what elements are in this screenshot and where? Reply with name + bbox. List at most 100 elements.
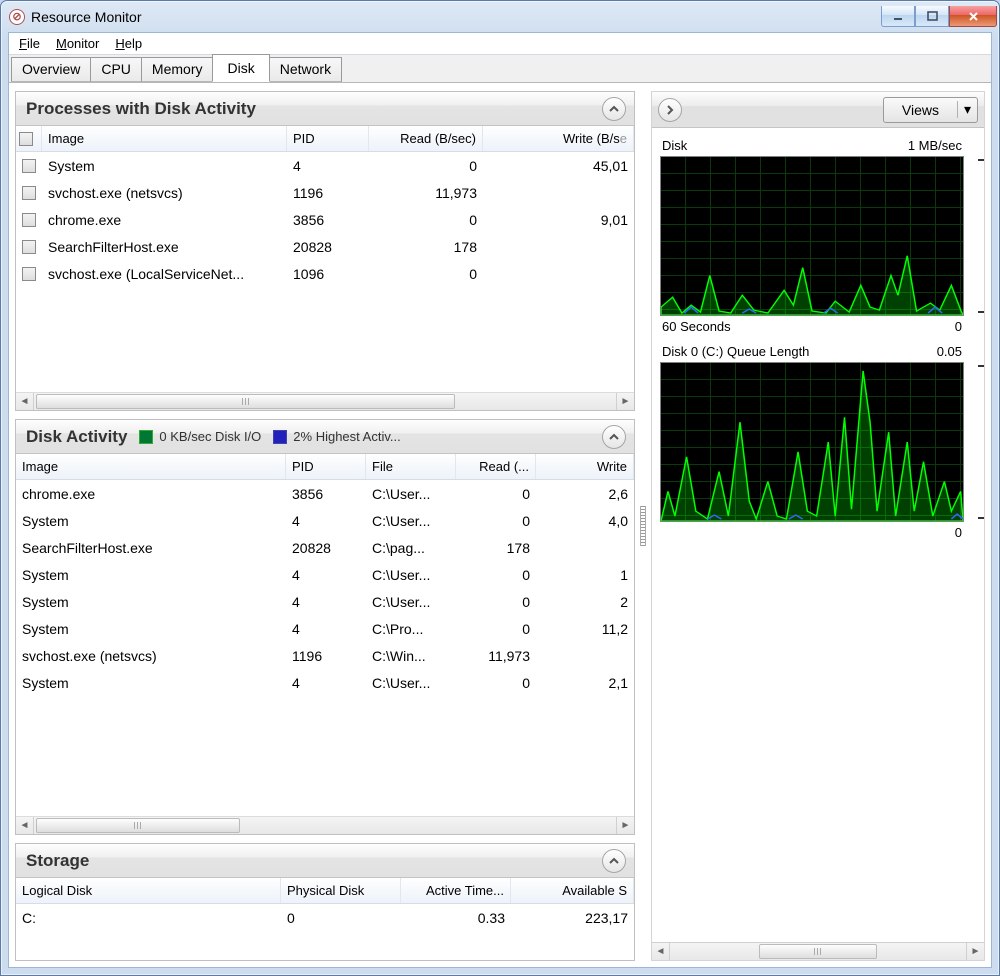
tab-memory[interactable]: Memory [141, 57, 214, 82]
scroll-track[interactable] [34, 393, 616, 410]
tab-cpu[interactable]: CPU [90, 57, 142, 82]
scroll-right-icon[interactable]: ► [616, 817, 634, 834]
cell-file: C:\User... [366, 594, 456, 610]
scrollbar-horizontal[interactable]: ◄ ► [16, 816, 634, 834]
collapse-button[interactable] [602, 849, 626, 873]
legend-blue-icon [273, 430, 287, 444]
scroll-thumb[interactable] [36, 818, 240, 833]
table-row[interactable]: chrome.exe3856C:\User...02,6 [16, 480, 634, 507]
legend-green-icon [139, 430, 153, 444]
table-row[interactable]: System4C:\Pro...011,2 [16, 615, 634, 642]
checkbox[interactable] [22, 213, 36, 227]
cell-image: System [16, 621, 286, 637]
panel-disk-activity-header[interactable]: Disk Activity 0 KB/sec Disk I/O 2% Highe… [16, 420, 634, 454]
checkbox[interactable] [22, 159, 36, 173]
checkbox[interactable] [22, 240, 36, 254]
menu-monitor[interactable]: Monitor [48, 34, 107, 53]
col-read[interactable]: Read (B/sec) [369, 126, 483, 151]
chart-disk-xend: 0 [955, 319, 962, 334]
scroll-thumb[interactable] [759, 944, 877, 959]
cell-read: 0 [456, 621, 536, 637]
checkbox[interactable] [22, 267, 36, 281]
maximize-button[interactable] [915, 6, 949, 27]
chart-queue-title: Disk 0 (C:) Queue Length [662, 344, 809, 359]
cell-image: svchost.exe (LocalServiceNet... [42, 266, 287, 282]
scroll-right-icon[interactable]: ► [966, 943, 984, 960]
cell-pid: 4 [286, 675, 366, 691]
table-row[interactable]: System4045,01 [16, 152, 634, 179]
panel-disk-activity: Disk Activity 0 KB/sec Disk I/O 2% Highe… [15, 419, 635, 835]
cell-write: 2 [536, 594, 634, 610]
col-logical-disk[interactable]: Logical Disk [16, 878, 281, 903]
views-button[interactable]: Views ▾ [883, 97, 978, 123]
cell-pid: 4 [287, 158, 369, 174]
scroll-left-icon[interactable]: ◄ [652, 943, 670, 960]
scroll-track[interactable] [34, 817, 616, 834]
close-button[interactable] [949, 6, 997, 27]
table-row[interactable]: chrome.exe385609,01 [16, 206, 634, 233]
processes-column-header[interactable]: Image PID Read (B/sec) Write (B/se [16, 126, 634, 152]
col-image[interactable]: Image [16, 454, 286, 479]
scroll-left-icon[interactable]: ◄ [16, 393, 34, 410]
table-row[interactable]: SearchFilterHost.exe20828178 [16, 233, 634, 260]
client-area: File Monitor Help Overview CPU Memory Di… [8, 32, 992, 968]
tab-disk[interactable]: Disk [212, 54, 269, 82]
col-active-time[interactable]: Active Time... [401, 878, 511, 903]
disk-activity-column-header[interactable]: Image PID File Read (... Write [16, 454, 634, 480]
table-row[interactable]: C:00.33223,17 [16, 904, 634, 931]
table-row[interactable]: svchost.exe (netsvcs)119611,973 [16, 179, 634, 206]
col-physical-disk[interactable]: Physical Disk [281, 878, 401, 903]
io-label: 0 KB/sec Disk I/O [159, 429, 261, 444]
checkbox[interactable] [22, 186, 36, 200]
splitter-vertical[interactable] [635, 91, 651, 961]
scrollbar-horizontal[interactable]: ◄ ► [652, 942, 984, 960]
col-available[interactable]: Available S [511, 878, 634, 903]
expand-button[interactable] [658, 98, 682, 122]
minimize-button[interactable] [881, 6, 915, 27]
cell-pid: 4 [286, 567, 366, 583]
table-row[interactable]: svchost.exe (netsvcs)1196C:\Win...11,973 [16, 642, 634, 669]
dropdown-icon[interactable]: ▾ [957, 101, 977, 118]
chart-disk-title: Disk [662, 138, 687, 153]
cell-image: System [16, 594, 286, 610]
menu-file[interactable]: File [11, 34, 48, 53]
col-file[interactable]: File [366, 454, 456, 479]
cell-active-time: 0.33 [401, 910, 511, 926]
col-write[interactable]: Write [536, 454, 634, 479]
titlebar[interactable]: ⊘ Resource Monitor [1, 1, 999, 32]
cell-file: C:\User... [366, 486, 456, 502]
col-write[interactable]: Write (B/se [483, 126, 634, 151]
cell-image: chrome.exe [16, 486, 286, 502]
collapse-button[interactable] [602, 97, 626, 121]
scroll-thumb[interactable] [36, 394, 455, 409]
col-pid[interactable]: PID [287, 126, 369, 151]
panel-storage-header[interactable]: Storage [16, 844, 634, 878]
scroll-left-icon[interactable]: ◄ [16, 817, 34, 834]
table-row[interactable]: System4C:\User...01 [16, 561, 634, 588]
checkbox-all[interactable] [19, 132, 33, 146]
panel-processes-header[interactable]: Processes with Disk Activity [16, 92, 634, 126]
cell-read: 0 [369, 158, 483, 174]
table-row[interactable]: svchost.exe (LocalServiceNet...10960 [16, 260, 634, 287]
scroll-right-icon[interactable]: ► [616, 393, 634, 410]
storage-column-header[interactable]: Logical Disk Physical Disk Active Time..… [16, 878, 634, 904]
scroll-track[interactable] [670, 943, 966, 960]
scrollbar-horizontal[interactable]: ◄ ► [16, 392, 634, 410]
storage-body: C:00.33223,17 [16, 904, 634, 960]
cell-file: C:\User... [366, 567, 456, 583]
table-row[interactable]: System4C:\User...02 [16, 588, 634, 615]
col-image[interactable]: Image [42, 126, 287, 151]
col-read[interactable]: Read (... [456, 454, 536, 479]
col-pid[interactable]: PID [286, 454, 366, 479]
cell-read: 0 [456, 513, 536, 529]
panel-disk-activity-title: Disk Activity [26, 427, 127, 447]
tabstrip: Overview CPU Memory Disk Network [9, 55, 991, 83]
menu-help[interactable]: Help [107, 34, 150, 53]
cell-available: 223,17 [511, 910, 634, 926]
table-row[interactable]: System4C:\User...04,0 [16, 507, 634, 534]
table-row[interactable]: System4C:\User...02,1 [16, 669, 634, 696]
collapse-button[interactable] [602, 425, 626, 449]
tab-overview[interactable]: Overview [11, 57, 91, 82]
table-row[interactable]: SearchFilterHost.exe20828C:\pag...178 [16, 534, 634, 561]
tab-network[interactable]: Network [269, 57, 342, 82]
